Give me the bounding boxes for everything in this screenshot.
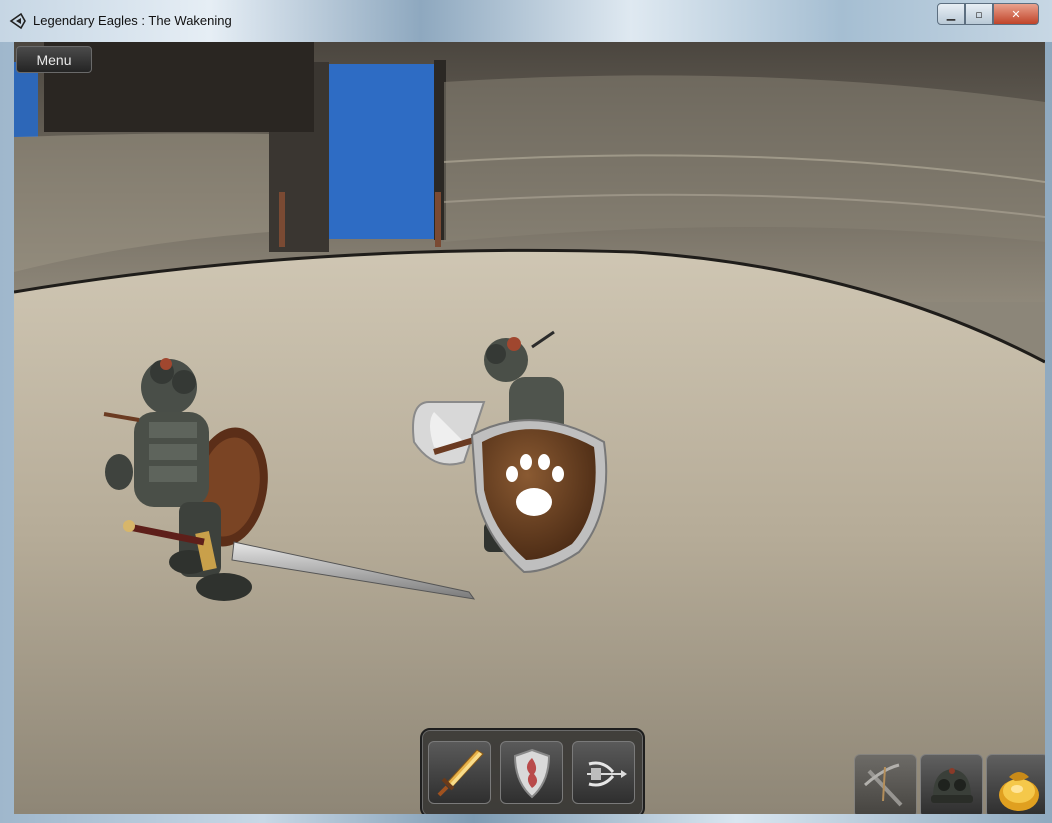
game-viewport[interactable]: Menu — [14, 42, 1045, 814]
close-button[interactable]: ✕ — [993, 3, 1039, 25]
equip-slot-helmet[interactable] — [920, 754, 983, 814]
menu-button[interactable]: Menu — [16, 46, 92, 73]
shield-icon — [513, 748, 551, 799]
helmet-icon — [931, 768, 973, 803]
unity-app-icon — [9, 12, 26, 30]
equip-slot-crossbow[interactable] — [854, 754, 917, 814]
crossbow-icon — [864, 763, 903, 807]
game-window: Legendary Eagles : The Wakening ▁ ▫ ✕ Me… — [0, 0, 1052, 823]
close-icon: ✕ — [1011, 7, 1021, 21]
gold-pouch-icon — [999, 772, 1039, 811]
hotbar-slot-bow[interactable] — [572, 741, 635, 804]
maximize-icon: ▫ — [975, 7, 983, 21]
sky-opening-left — [14, 62, 38, 137]
title-bar[interactable]: Legendary Eagles : The Wakening ▁ ▫ ✕ — [0, 0, 1052, 42]
minimize-button[interactable]: ▁ — [937, 3, 965, 25]
torch-post-left — [279, 192, 285, 247]
bow-icon — [587, 761, 627, 787]
window-controls: ▁ ▫ ✕ — [937, 3, 1039, 25]
minimize-icon: ▁ — [946, 7, 956, 21]
maximize-button[interactable]: ▫ — [965, 3, 993, 25]
equipment-bar — [854, 754, 1045, 814]
equip-slot-gold[interactable] — [986, 754, 1045, 814]
window-title: Legendary Eagles : The Wakening — [33, 13, 232, 28]
torch-post-right — [435, 192, 441, 247]
sword-icon — [437, 749, 484, 797]
arena-scene — [14, 42, 1045, 814]
sky-opening-door — [314, 64, 434, 239]
wall-panel-right — [444, 75, 1045, 242]
hotbar-slot-shield[interactable] — [500, 741, 563, 804]
weapon-hotbar — [420, 728, 645, 814]
hotbar-slot-sword[interactable] — [428, 741, 491, 804]
